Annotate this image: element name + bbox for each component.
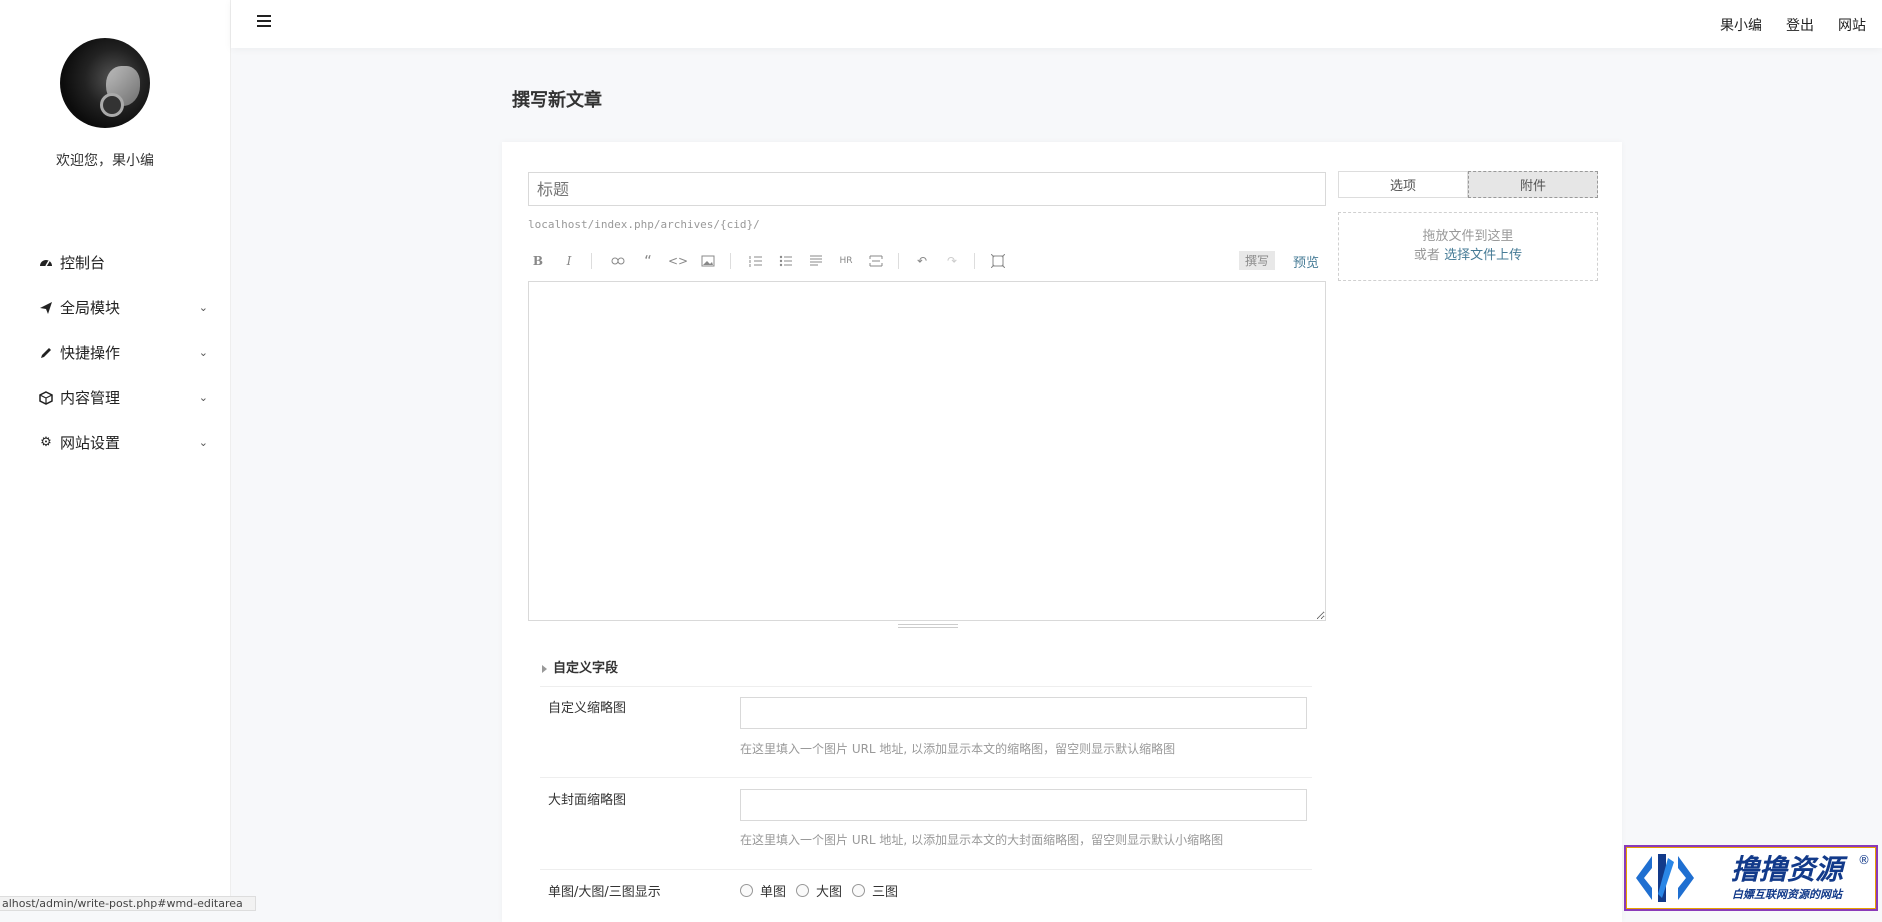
gear-icon: ⚙: [40, 435, 52, 450]
custom-fields-heading: 自定义字段: [553, 661, 619, 676]
upload-file-link[interactable]: 选择文件上传: [1444, 248, 1522, 263]
permalink: localhost/index.php/archives/{cid}/: [528, 218, 760, 231]
display-mode-label: 单图/大图/三图显示: [548, 885, 661, 900]
cover-url-input[interactable]: [740, 789, 1307, 821]
sidebar-item-label: 内容管理: [60, 389, 121, 407]
avatar-watch-shape: [100, 93, 124, 117]
display-mode-radios: 单图 大图 三图: [740, 881, 908, 900]
editor-resize-handle[interactable]: [898, 624, 958, 630]
radio-triple[interactable]: [852, 884, 866, 897]
radio-single[interactable]: [740, 884, 753, 897]
upload-line: 或者 选择文件上传: [1339, 246, 1597, 265]
sidebar-item-global-modules[interactable]: 全局模块 ⌄: [38, 285, 208, 330]
sidebar-item-dashboard[interactable]: 控制台: [38, 240, 208, 285]
editor-textarea[interactable]: [528, 281, 1326, 621]
divider: [540, 869, 1312, 870]
browser-status-url: alhost/admin/write-post.php#wmd-editarea: [0, 896, 256, 911]
cover-desc: 在这里填入一个图片 URL 地址, 以添加显示本文的大封面缩略图，留空则显示默认…: [740, 833, 1224, 847]
radio-label-triple: 三图: [872, 885, 899, 900]
chevron-down-icon: ⌄: [198, 346, 208, 359]
sidebar-nav: 控制台 全局模块 ⌄ 快捷操作 ⌄ 内容管理 ⌄ ⚙ 网站设置 ⌄: [38, 240, 208, 465]
ordered-list-icon[interactable]: [746, 252, 766, 270]
sidebar: 欢迎您，果小编 控制台 全局模块 ⌄ 快捷操作 ⌄ 内容管理 ⌄ ⚙ 网站设置 …: [0, 0, 231, 911]
toolbar-separator: [974, 253, 975, 269]
registered-mark: ®: [1858, 853, 1870, 867]
toolbar-separator: [730, 253, 731, 269]
link-icon[interactable]: [608, 252, 628, 270]
italic-icon[interactable]: I: [559, 252, 579, 270]
dashboard-icon: [38, 255, 54, 271]
sidebar-item-label: 网站设置: [60, 434, 121, 452]
radio-label-large: 大图: [816, 885, 843, 900]
chevron-down-icon: ⌄: [198, 391, 208, 404]
title-input[interactable]: [528, 172, 1326, 206]
site-link[interactable]: 网站: [1838, 15, 1866, 35]
thumb-url-input[interactable]: [740, 697, 1307, 729]
redo-icon[interactable]: ↷: [942, 252, 962, 270]
right-panel-tabs: 选项 附件: [1338, 171, 1598, 198]
divider: [540, 777, 1312, 778]
sidebar-item-label: 控制台: [60, 254, 106, 272]
more-icon[interactable]: [866, 252, 886, 270]
avatar[interactable]: [60, 38, 150, 128]
welcome-text: 欢迎您，果小编: [56, 153, 154, 169]
undo-icon[interactable]: ↶: [912, 252, 932, 270]
top-bar: 果小编 登出 网站: [231, 0, 1882, 48]
image-icon[interactable]: [698, 252, 718, 270]
cover-label: 大封面缩略图: [548, 793, 627, 808]
chevron-down-icon: ⌄: [198, 301, 208, 314]
top-nav: 果小编 登出 网站: [1720, 15, 1866, 35]
watermark-mark-icon: [1636, 854, 1694, 902]
heading-icon[interactable]: [806, 252, 826, 270]
tab-attachments[interactable]: 附件: [1468, 171, 1598, 198]
upload-hint: 拖放文件到这里: [1422, 229, 1514, 244]
sidebar-item-quick-actions[interactable]: 快捷操作 ⌄: [38, 330, 208, 375]
editor-toolbar: B I “ <> HR ↶ ↷ 撰写 预览: [528, 248, 1326, 274]
watermark-logo: 撸撸资源 白嫖互联网资源的网站 ®: [1624, 845, 1878, 911]
tab-preview[interactable]: 预览: [1293, 252, 1319, 271]
user-link[interactable]: 果小编: [1720, 15, 1762, 35]
upload-dropzone[interactable]: 拖放文件到这里 或者 选择文件上传: [1338, 212, 1598, 281]
watermark-brand: 撸撸资源: [1730, 853, 1843, 886]
code-icon[interactable]: <>: [668, 252, 688, 270]
cube-icon: [38, 390, 54, 406]
tab-write[interactable]: 撰写: [1239, 251, 1276, 270]
bold-icon[interactable]: B: [528, 252, 548, 270]
divider: [540, 686, 1312, 687]
horizontal-rule-icon[interactable]: HR: [836, 252, 856, 270]
thumb-desc: 在这里填入一个图片 URL 地址, 以添加显示本文的缩略图，留空则显示默认缩略图: [740, 742, 1176, 756]
toolbar-separator: [591, 253, 592, 269]
sidebar-item-content-management[interactable]: 内容管理 ⌄: [38, 375, 208, 420]
hamburger-menu-icon[interactable]: [257, 15, 271, 27]
thumb-label: 自定义缩略图: [548, 701, 627, 716]
pencil-icon: [38, 345, 54, 361]
sidebar-item-site-settings[interactable]: ⚙ 网站设置 ⌄: [38, 420, 208, 465]
paper-plane-icon: [38, 300, 54, 316]
caret-right-icon: [542, 664, 547, 673]
unordered-list-icon[interactable]: [776, 252, 796, 270]
toolbar-separator: [898, 253, 899, 269]
watermark-slogan: 白嫖互联网资源的网站: [1732, 888, 1842, 901]
fullscreen-icon[interactable]: [988, 252, 1008, 270]
custom-fields-toggle[interactable]: 自定义字段: [542, 657, 618, 676]
watermark-text: 撸撸资源 白嫖互联网资源的网站: [1698, 854, 1876, 902]
sidebar-item-label: 全局模块: [60, 299, 121, 317]
sidebar-item-label: 快捷操作: [60, 344, 121, 362]
upload-or: 或者: [1413, 248, 1440, 263]
logout-link[interactable]: 登出: [1786, 15, 1814, 35]
radio-label-single: 单图: [760, 885, 787, 900]
quote-icon[interactable]: “: [638, 252, 658, 270]
radio-large[interactable]: [796, 884, 810, 897]
page-title: 撰写新文章: [512, 90, 602, 111]
chevron-down-icon: ⌄: [198, 436, 208, 449]
tab-options[interactable]: 选项: [1338, 171, 1468, 198]
